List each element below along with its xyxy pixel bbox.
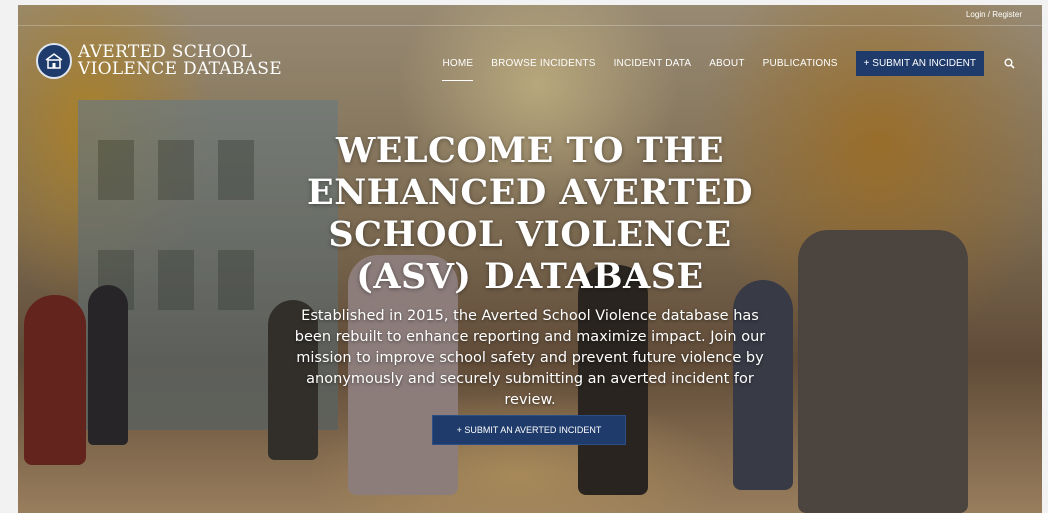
hero-title: WELCOME TO THE ENHANCED AVERTED SCHOOL V… <box>307 130 753 297</box>
main-nav: HOME BROWSE INCIDENTS INCIDENT DATA ABOU… <box>442 49 1042 81</box>
nav-item-incident-data[interactable]: INCIDENT DATA <box>614 58 692 69</box>
nav-item-home[interactable]: HOME <box>442 58 474 81</box>
site-logo[interactable]: AVERTED SCHOOL VIOLENCE DATABASE <box>36 43 282 79</box>
hero-background: Login / Register AVERTED SCHOOL VIOLENCE… <box>18 5 1042 513</box>
logo-line-2: VIOLENCE DATABASE <box>78 59 282 79</box>
search-icon <box>1004 58 1015 69</box>
submit-incident-button[interactable]: + SUBMIT AN INCIDENT <box>855 50 984 76</box>
hero-description: Established in 2015, the Averted School … <box>294 308 766 408</box>
nav-item-publications[interactable]: PUBLICATIONS <box>763 58 838 69</box>
hero-section: WELCOME TO THE ENHANCED AVERTED SCHOOL V… <box>18 130 1042 411</box>
schoolhouse-icon <box>45 53 63 69</box>
top-bar: Login / Register <box>18 5 1042 26</box>
login-register-link[interactable]: Login / Register <box>966 10 1022 19</box>
submit-averted-incident-button[interactable]: + SUBMIT AN AVERTED INCIDENT <box>432 415 626 445</box>
search-button[interactable] <box>1002 56 1016 70</box>
nav-item-about[interactable]: ABOUT <box>709 58 744 69</box>
nav-item-browse-incidents[interactable]: BROWSE INCIDENTS <box>491 58 595 69</box>
logo-text: AVERTED SCHOOL VIOLENCE DATABASE <box>78 44 282 78</box>
logo-seal-icon <box>36 43 72 79</box>
